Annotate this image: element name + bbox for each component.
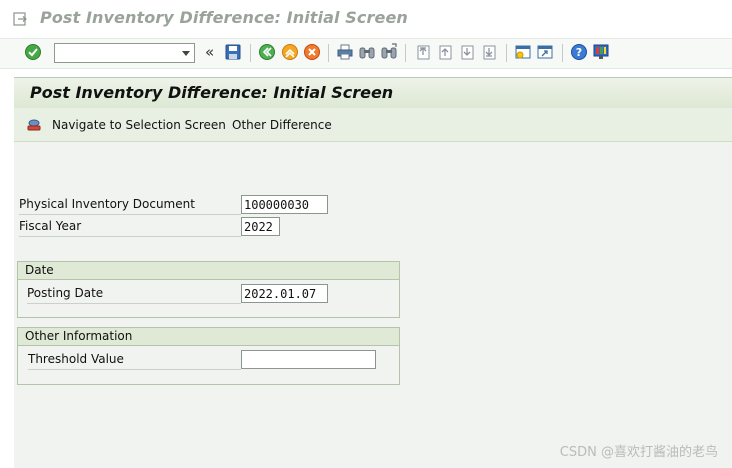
other-difference-label: Other Difference [232,118,332,132]
application-toolbar: Navigate to Selection Screen Other Diffe… [14,108,732,142]
menu-icon[interactable] [12,11,28,27]
find-next-icon[interactable] [380,43,398,61]
last-page-icon[interactable] [480,43,498,61]
chevron-down-icon[interactable] [182,51,190,56]
screen-header: Post Inventory Difference: Initial Scree… [14,77,732,109]
other-info-group-title: Other Information [18,328,399,346]
standard-toolbar: « ? [0,39,732,69]
window-titlebar: Post Inventory Difference: Initial Scree… [0,0,732,39]
phys-inv-doc-label: Physical Inventory Document [19,195,241,215]
navigate-selection-label: Navigate to Selection Screen [52,118,226,132]
cancel-icon[interactable] [303,43,321,61]
page-title: Post Inventory Difference: Initial Scree… [30,83,394,102]
fiscal-year-field[interactable] [241,217,280,236]
customize-layout-icon[interactable] [592,43,610,61]
threshold-value-label: Threshold Value [28,350,241,370]
print-icon[interactable] [336,43,354,61]
svg-text:?: ? [576,46,582,59]
main-content: Post Inventory Difference: Initial Scree… [14,77,732,468]
previous-page-icon[interactable] [436,43,454,61]
posting-date-field[interactable] [241,284,328,303]
posting-date-label: Posting Date [27,284,241,304]
toolbar-separator [562,44,563,62]
other-difference-button[interactable]: Other Difference [232,116,332,134]
window-title: Post Inventory Difference: Initial Scree… [40,8,408,27]
find-icon[interactable] [358,43,376,61]
toolbar-separator [506,44,507,62]
date-group: Date Posting Date [17,261,400,318]
date-group-title: Date [18,262,399,280]
fiscal-year-label: Fiscal Year [19,217,241,237]
command-field[interactable] [54,43,195,63]
phys-inv-doc-field[interactable] [241,195,328,214]
command-input[interactable] [57,45,175,61]
save-icon[interactable] [224,43,242,61]
toolbar-separator [250,44,251,62]
help-icon[interactable]: ? [570,43,588,61]
watermark: CSDN @喜欢打酱油的老鸟 [559,445,718,460]
other-info-group: Other Information Threshold Value [17,327,400,385]
toolbar-separator [405,44,406,62]
create-session-icon[interactable] [514,43,532,61]
threshold-value-field[interactable] [241,350,376,369]
exit-icon[interactable] [281,43,299,61]
enter-icon[interactable] [24,43,42,61]
navigate-icon [27,119,41,131]
back-icon[interactable] [258,43,276,61]
next-page-icon[interactable] [458,43,476,61]
toolbar-separator [328,44,329,62]
navigate-selection-button[interactable]: Navigate to Selection Screen [26,116,226,134]
collapse-command-icon[interactable]: « [205,43,214,61]
first-page-icon[interactable] [414,43,432,61]
shortcut-icon[interactable] [536,43,554,61]
